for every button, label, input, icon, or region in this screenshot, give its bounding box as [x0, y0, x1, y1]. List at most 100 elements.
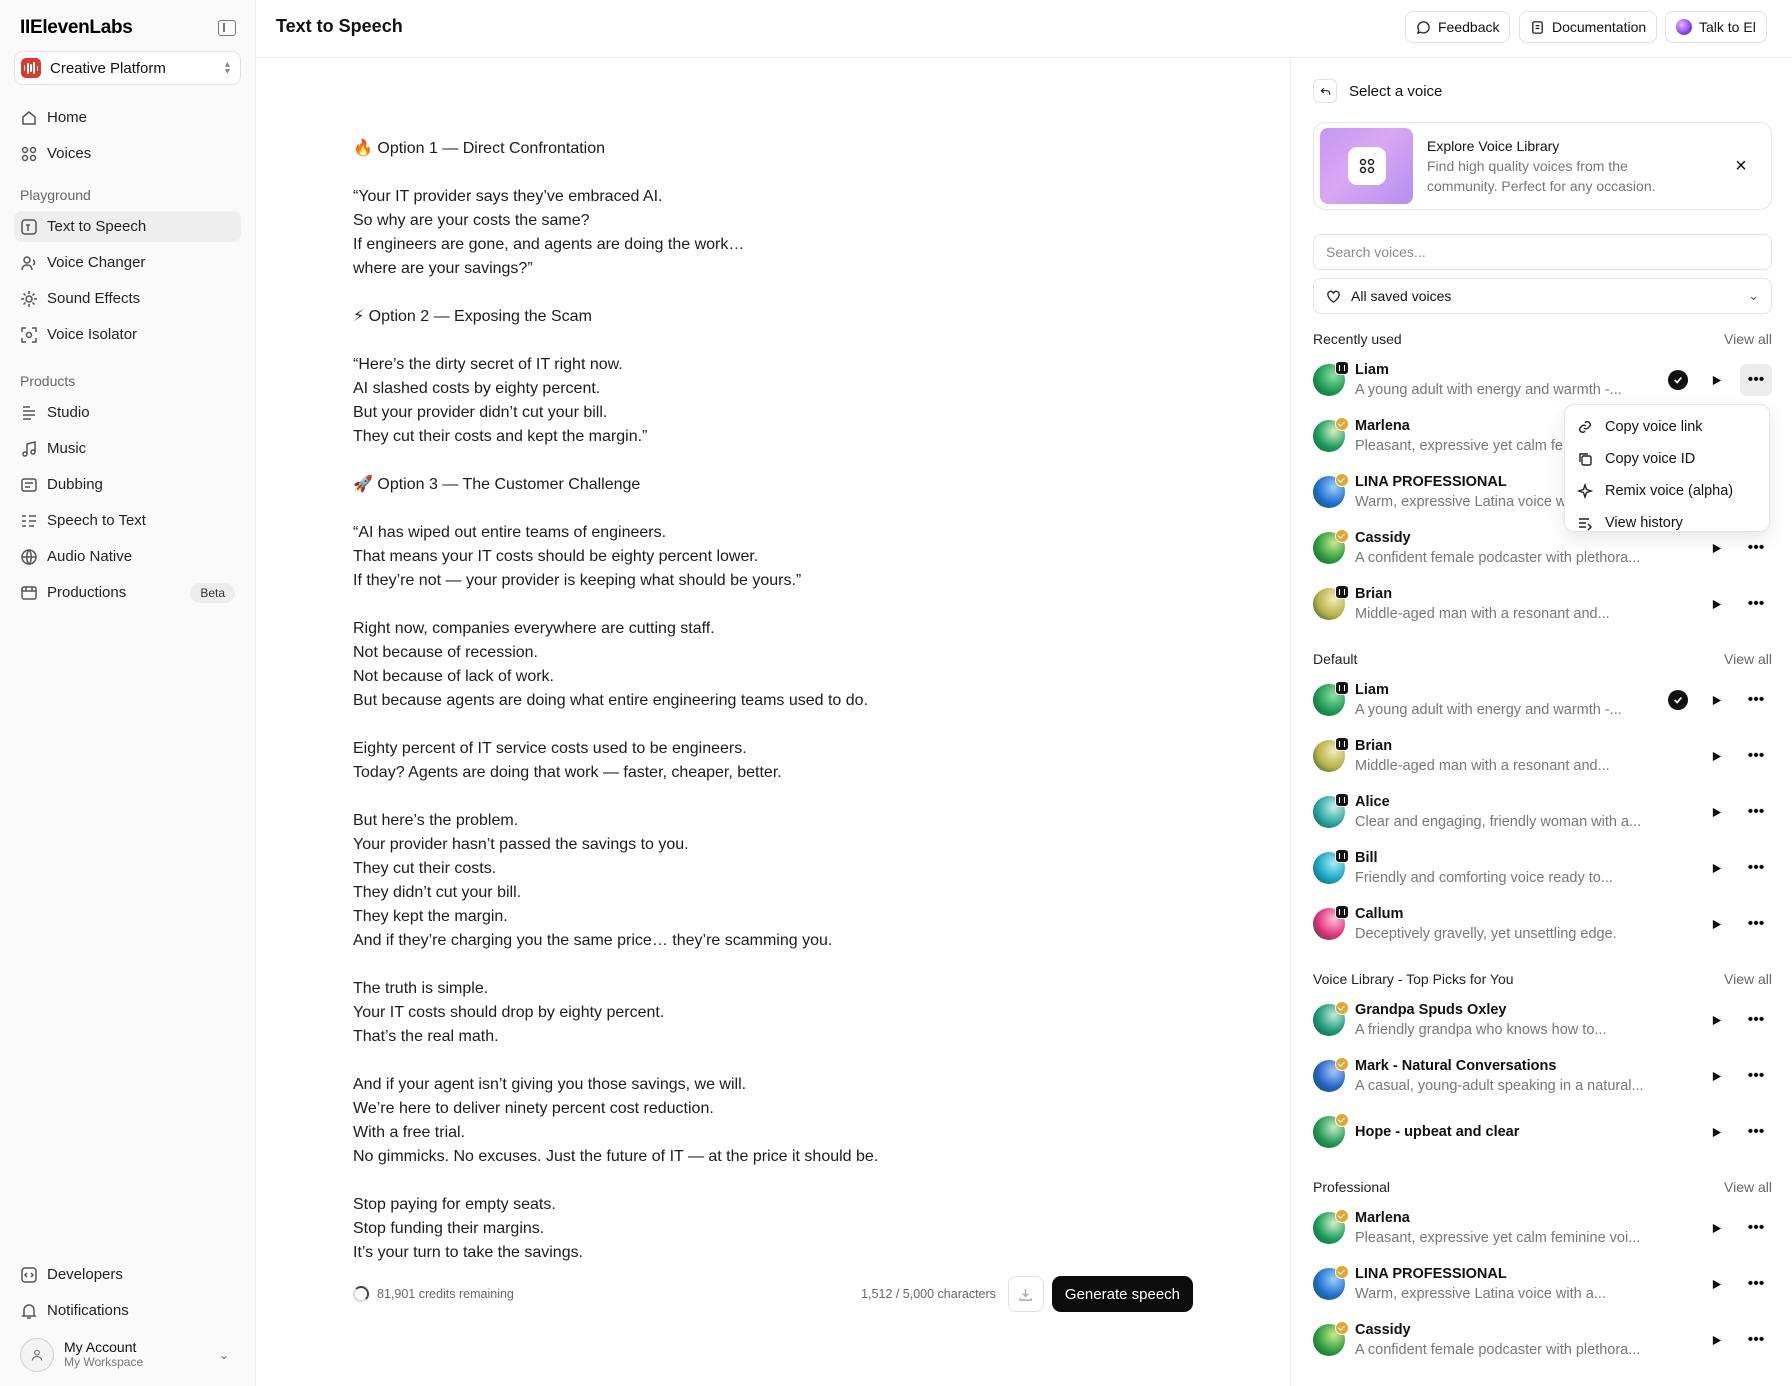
close-icon[interactable]: ×	[1729, 154, 1753, 178]
pause-badge-icon	[1335, 849, 1349, 863]
search-voices-input[interactable]	[1313, 234, 1772, 270]
collapse-sidebar-icon[interactable]	[218, 20, 236, 36]
text-editor[interactable]: 🔥 Option 1 — Direct Confrontation “Your …	[353, 137, 1213, 1332]
sidebar-item-speech-to-text[interactable]: Speech to Text	[14, 505, 241, 536]
more-options-button[interactable]: •••	[1740, 740, 1772, 772]
sidebar-item-label: Text to Speech	[47, 218, 147, 235]
voice-row[interactable]: Brian Middle-aged man with a resonant and…	[1313, 576, 1772, 632]
play-icon	[1712, 863, 1721, 873]
play-button[interactable]	[1704, 856, 1728, 880]
voice-row[interactable]: Grandpa Spuds Oxley A friendly grandpa wh…	[1313, 992, 1772, 1048]
workspace-switcher[interactable]: Creative Platform ▴ ▾	[14, 51, 241, 85]
back-button[interactable]	[1313, 79, 1337, 103]
copy-voice-link-item[interactable]: Copy voice link	[1571, 411, 1763, 443]
voice-row[interactable]: Liam A young adult with energy and warmth…	[1313, 352, 1772, 408]
voice-row[interactable]: Hope - upbeat and clear •••	[1313, 1104, 1772, 1160]
play-button[interactable]	[1704, 800, 1728, 824]
nav-top: Home Voices	[14, 102, 241, 174]
sidebar-item-productions[interactable]: Productions Beta	[14, 577, 241, 608]
play-button[interactable]	[1704, 912, 1728, 936]
voice-text: Alice Clear and engaging, friendly woman …	[1355, 792, 1704, 832]
play-button[interactable]	[1704, 1008, 1728, 1032]
more-options-button[interactable]: •••	[1740, 852, 1772, 884]
sidebar-item-label: Developers	[47, 1266, 123, 1283]
play-button[interactable]	[1704, 1272, 1728, 1296]
sidebar-item-audio-native[interactable]: Audio Native	[14, 541, 241, 572]
play-button[interactable]	[1704, 368, 1728, 392]
play-button[interactable]	[1704, 592, 1728, 616]
link-icon	[1579, 421, 1591, 433]
account-menu[interactable]: My Account My Workspace ⌄	[14, 1333, 241, 1377]
play-button[interactable]	[1704, 1064, 1728, 1088]
sidebar-item-voice-isolator[interactable]: Voice Isolator	[14, 319, 241, 350]
account-info: My Account My Workspace	[64, 1340, 219, 1370]
verified-badge-icon	[1335, 1321, 1349, 1335]
view-all-link[interactable]: View all	[1724, 971, 1772, 987]
voice-filter-select[interactable]: All saved voices ⌄	[1313, 278, 1772, 314]
voice-row[interactable]: LINA PROFESSIONAL Warm, expressive Latina…	[1313, 1256, 1772, 1312]
play-button[interactable]	[1704, 1120, 1728, 1144]
play-button[interactable]	[1704, 744, 1728, 768]
sidebar-item-home[interactable]: Home	[14, 102, 241, 133]
view-history-item[interactable]: View history	[1571, 507, 1763, 539]
voice-row[interactable]: Liam A young adult with energy and warmth…	[1313, 672, 1772, 728]
more-options-button[interactable]: •••	[1740, 1268, 1772, 1300]
sidebar-item-dubbing[interactable]: Dubbing	[14, 469, 241, 500]
sidebar-item-text-to-speech[interactable]: Text to Speech	[14, 211, 241, 242]
voice-row[interactable]: Bill Friendly and comforting voice ready …	[1313, 840, 1772, 896]
sidebar-item-developers[interactable]: Developers	[14, 1259, 241, 1290]
logo[interactable]: IIElevenLabs	[20, 17, 133, 39]
more-options-button[interactable]: •••	[1740, 1060, 1772, 1092]
more-options-button[interactable]: •••	[1740, 1324, 1772, 1356]
download-button[interactable]	[1007, 1276, 1044, 1312]
more-options-button[interactable]: •••	[1740, 684, 1772, 716]
voice-text: Marlena Pleasant, expressive yet calm fem…	[1355, 1208, 1704, 1248]
view-all-link[interactable]: View all	[1724, 331, 1772, 347]
pause-badge-icon	[1335, 905, 1349, 919]
play-button[interactable]	[1704, 1216, 1728, 1240]
voice-name: Callum	[1355, 906, 1404, 922]
more-options-button[interactable]: •••	[1740, 1004, 1772, 1036]
sidebar-item-sound-effects[interactable]: Sound Effects	[14, 283, 241, 314]
sidebar-item-notifications[interactable]: Notifications	[14, 1295, 241, 1326]
play-icon	[1712, 1015, 1721, 1025]
more-options-button[interactable]: •••	[1740, 588, 1772, 620]
voice-row[interactable]: Callum Deceptively gravelly, yet unsettli…	[1313, 896, 1772, 952]
feedback-button[interactable]: Feedback	[1405, 11, 1511, 43]
voice-row[interactable]: Mark - Natural Conversations A casual, yo…	[1313, 1048, 1772, 1104]
more-options-button[interactable]: •••	[1740, 908, 1772, 940]
play-button[interactable]	[1704, 536, 1728, 560]
documentation-button[interactable]: Documentation	[1519, 11, 1658, 43]
music-icon	[20, 440, 38, 458]
more-options-button[interactable]: •••	[1740, 364, 1772, 396]
voice-row[interactable]: Cassidy A confident female podcaster with…	[1313, 1312, 1772, 1368]
promo-text: Explore Voice Library Find high quality …	[1427, 136, 1729, 196]
sidebar-item-voice-changer[interactable]: Voice Changer	[14, 247, 241, 278]
play-button[interactable]	[1704, 1328, 1728, 1352]
voice-row[interactable]: Marlena Pleasant, expressive yet calm fem…	[1313, 1200, 1772, 1256]
sidebar-item-music[interactable]: Music	[14, 433, 241, 464]
more-options-button[interactable]: •••	[1740, 796, 1772, 828]
play-button[interactable]	[1704, 688, 1728, 712]
voice-text: Brian Middle-aged man with a resonant and…	[1355, 584, 1704, 624]
voice-library-promo[interactable]: Explore Voice Library Find high quality …	[1313, 122, 1772, 210]
sidebar-header: IIElevenLabs	[20, 16, 236, 40]
view-all-link[interactable]: View all	[1724, 651, 1772, 667]
voice-name: Brian	[1355, 586, 1393, 602]
copy-voice-id-item[interactable]: Copy voice ID	[1571, 443, 1763, 475]
voice-avatar	[1313, 793, 1349, 828]
talk-to-el-button[interactable]: Talk to El	[1665, 11, 1767, 43]
generate-speech-button[interactable]: Generate speech	[1051, 1276, 1193, 1312]
voice-row[interactable]: Brian Middle-aged man with a resonant and…	[1313, 728, 1772, 784]
productions-icon	[20, 584, 38, 602]
view-all-link[interactable]: View all	[1724, 1179, 1772, 1195]
voice-avatar	[1313, 529, 1349, 564]
pause-badge-icon	[1335, 793, 1349, 807]
sidebar-item-voices[interactable]: Voices	[14, 138, 241, 169]
more-options-button[interactable]: •••	[1740, 1116, 1772, 1148]
more-options-button[interactable]: •••	[1740, 1212, 1772, 1244]
sidebar-item-studio[interactable]: Studio	[14, 397, 241, 428]
remix-voice-item[interactable]: Remix voice (alpha)	[1571, 475, 1763, 507]
sparkle-icon	[1577, 483, 1593, 499]
voice-row[interactable]: Alice Clear and engaging, friendly woman …	[1313, 784, 1772, 840]
